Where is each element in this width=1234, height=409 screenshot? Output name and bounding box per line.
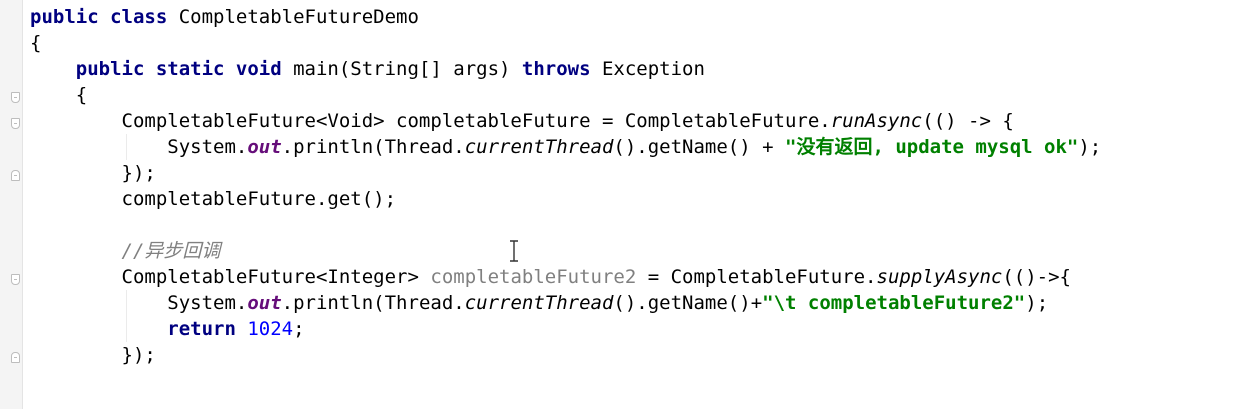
code-token: (()->{ xyxy=(1002,266,1071,288)
code-token: public class xyxy=(30,6,179,28)
code-token: .println(Thread. xyxy=(281,136,465,158)
code-line[interactable]: //异步回调 xyxy=(30,238,1234,264)
code-token: System. xyxy=(30,292,248,314)
code-token: completableFuture.get(); xyxy=(30,188,397,210)
code-token: }); xyxy=(30,162,156,184)
code-token: throws xyxy=(521,58,602,80)
code-token: out xyxy=(247,292,282,314)
code-token: ().getName() + xyxy=(613,136,786,158)
code-token: //异步回调 xyxy=(30,240,221,262)
code-token: out xyxy=(247,136,282,158)
code-token: CompletableFuture<Void> completableFutur… xyxy=(30,110,831,132)
code-line[interactable]: System.out.println(Thread.currentThread(… xyxy=(30,290,1234,316)
code-token: CompletableFutureDemo xyxy=(178,6,419,28)
code-token: main(String[] args) xyxy=(293,58,522,80)
code-token: "没有返回, update mysql ok" xyxy=(785,136,1079,158)
fold-icon[interactable] xyxy=(11,118,20,129)
code-token: Exception xyxy=(601,58,705,80)
editor-gutter[interactable] xyxy=(0,0,23,409)
code-token: currentThread xyxy=(464,292,614,314)
code-line[interactable]: }); xyxy=(30,342,1234,368)
code-token: System. xyxy=(30,136,248,158)
fold-icon[interactable] xyxy=(11,92,20,103)
text-cursor-icon xyxy=(510,240,518,262)
code-line[interactable]: public static void main(String[] args) t… xyxy=(30,56,1234,82)
code-line[interactable]: public class CompletableFutureDemo xyxy=(30,4,1234,30)
code-token: ().getName()+ xyxy=(613,292,763,314)
code-line[interactable]: CompletableFuture<Void> completableFutur… xyxy=(30,108,1234,134)
code-line[interactable]: return 1024; xyxy=(30,316,1234,342)
code-token: currentThread xyxy=(464,136,614,158)
code-line[interactable]: CompletableFuture<Integer> completableFu… xyxy=(30,264,1234,290)
code-token: "\t completableFuture2" xyxy=(762,292,1026,314)
code-line[interactable]: { xyxy=(30,82,1234,108)
code-token: runAsync xyxy=(830,110,923,132)
fold-icon[interactable] xyxy=(11,170,20,181)
code-token: }); xyxy=(30,344,156,366)
code-token: (() -> { xyxy=(922,110,1014,132)
code-token: ); xyxy=(1025,292,1049,314)
code-line[interactable]: }); xyxy=(30,160,1234,186)
fold-icon[interactable] xyxy=(11,352,20,363)
code-token: = CompletableFuture. xyxy=(636,266,877,288)
code-editor[interactable]: public class CompletableFutureDemo{ publ… xyxy=(30,4,1234,368)
code-line[interactable]: System.out.println(Thread.currentThread(… xyxy=(30,134,1234,160)
code-line[interactable]: completableFuture.get(); xyxy=(30,186,1234,212)
code-token: { xyxy=(30,32,42,54)
code-line[interactable] xyxy=(30,212,1234,238)
code-token: return xyxy=(167,318,248,340)
code-token: 1024 xyxy=(247,318,294,340)
code-token: supplyAsync xyxy=(876,266,1003,288)
code-token: .println(Thread. xyxy=(281,292,465,314)
code-token: ); xyxy=(1078,136,1102,158)
code-token: public static void xyxy=(75,58,294,80)
fold-icon[interactable] xyxy=(11,274,20,285)
code-token: completableFuture2 xyxy=(430,266,637,288)
code-token: CompletableFuture<Integer> xyxy=(30,266,431,288)
code-token: ; xyxy=(293,318,305,340)
code-token: { xyxy=(30,84,88,106)
code-line[interactable]: { xyxy=(30,30,1234,56)
